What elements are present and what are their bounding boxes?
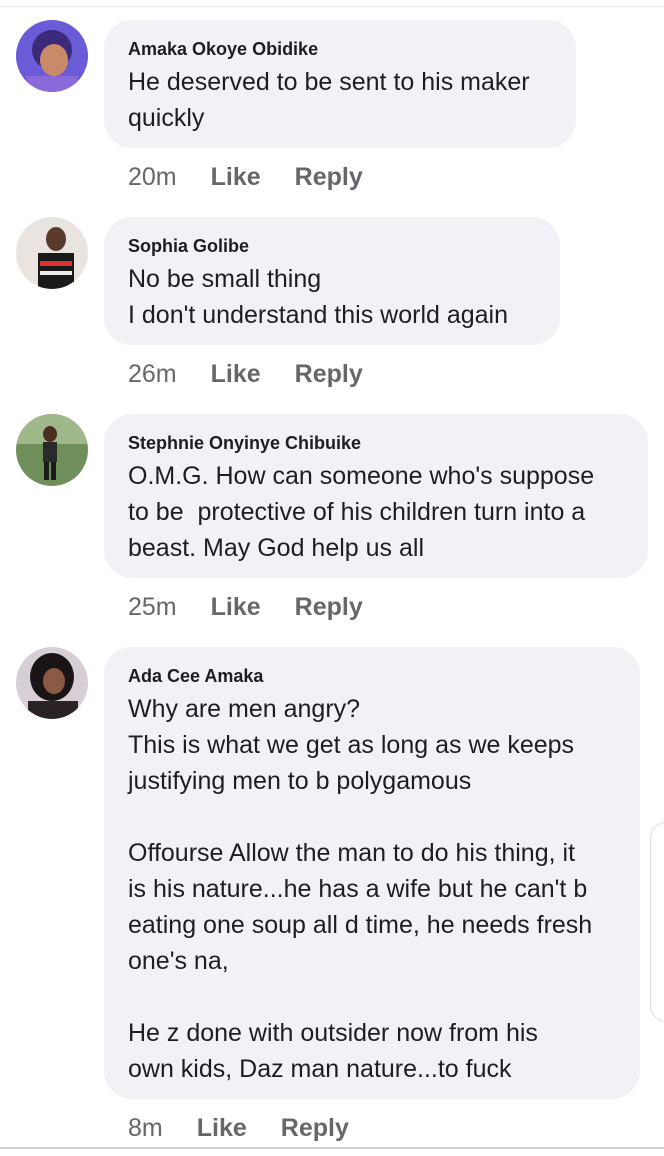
comment-bubble: Sophia Golibe No be small thing I don't … bbox=[104, 217, 560, 345]
avatar[interactable] bbox=[16, 414, 88, 486]
comment-author[interactable]: Sophia Golibe bbox=[128, 235, 536, 257]
bottom-divider bbox=[0, 1147, 664, 1149]
top-divider bbox=[0, 6, 664, 7]
comment-author[interactable]: Stephnie Onyinye Chibuike bbox=[128, 432, 624, 454]
comment-actions: 20m Like Reply bbox=[128, 162, 363, 192]
comment-actions: 25m Like Reply bbox=[128, 592, 363, 622]
comment-text: Why are men angry? This is what we get a… bbox=[128, 695, 593, 1083]
like-button[interactable]: Like bbox=[211, 162, 261, 192]
avatar[interactable] bbox=[16, 647, 88, 719]
comment-bubble: Stephnie Onyinye Chibuike O.M.G. How can… bbox=[104, 414, 648, 578]
edge-panel-handle[interactable] bbox=[650, 822, 664, 1022]
reply-button[interactable]: Reply bbox=[295, 592, 363, 622]
reply-button[interactable]: Reply bbox=[295, 162, 363, 192]
comment-text: O.M.G. How can someone who's suppose to … bbox=[128, 462, 595, 562]
reply-button[interactable]: Reply bbox=[295, 359, 363, 389]
reply-button[interactable]: Reply bbox=[281, 1113, 349, 1143]
comment-timestamp: 20m bbox=[128, 163, 177, 191]
comment-author[interactable]: Ada Cee Amaka bbox=[128, 665, 616, 687]
comment-bubble: Ada Cee Amaka Why are men angry? This is… bbox=[104, 647, 640, 1099]
like-button[interactable]: Like bbox=[211, 592, 261, 622]
comment-timestamp: 8m bbox=[128, 1114, 163, 1142]
comment-actions: 26m Like Reply bbox=[128, 359, 363, 389]
comment-timestamp: 26m bbox=[128, 360, 177, 388]
like-button[interactable]: Like bbox=[211, 359, 261, 389]
like-button[interactable]: Like bbox=[197, 1113, 247, 1143]
comment-bubble: Amaka Okoye Obidike He deserved to be se… bbox=[104, 20, 576, 148]
avatar[interactable] bbox=[16, 20, 88, 92]
comment-text: He deserved to be sent to his maker quic… bbox=[128, 68, 530, 132]
comment-text: No be small thing I don't understand thi… bbox=[128, 265, 509, 329]
comment-actions: 8m Like Reply bbox=[128, 1113, 349, 1143]
comment-author[interactable]: Amaka Okoye Obidike bbox=[128, 38, 552, 60]
avatar[interactable] bbox=[16, 217, 88, 289]
comment-timestamp: 25m bbox=[128, 593, 177, 621]
